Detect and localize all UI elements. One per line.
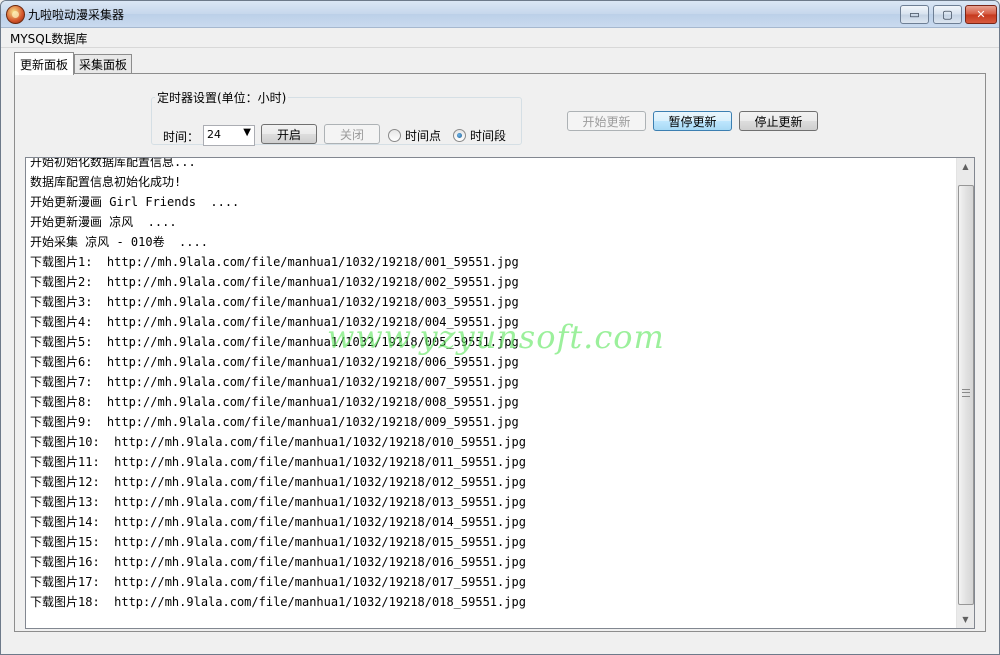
menu-bar: MYSQL数据库 <box>1 28 999 48</box>
timer-close-button[interactable]: 关闭 <box>324 124 380 144</box>
tab-update-panel[interactable]: 更新面板 <box>14 52 74 75</box>
time-label: 时间： <box>163 130 200 144</box>
tab-collect-panel[interactable]: 采集面板 <box>74 54 132 74</box>
timer-settings-group: 定时器设置(单位：小时) 时间： 24 ▼ 开启 关闭 时间点 时间段 <box>151 89 522 146</box>
log-line: 下载图片6: http://mh.9lala.com/file/manhua1/… <box>30 355 519 369</box>
timer-open-button[interactable]: 开启 <box>261 124 317 144</box>
log-line: 数据库配置信息初始化成功! <box>30 175 182 189</box>
scroll-up-icon[interactable]: ▲ <box>957 158 974 175</box>
log-line: 开始采集 凉风 - 010卷 .... <box>30 235 208 249</box>
log-line: 开始更新漫画 Girl Friends .... <box>30 195 240 209</box>
app-window: 九啦啦动漫采集器 ▭ ▢ ✕ MYSQL数据库 更新面板 采集面板 定时器设置(… <box>0 0 1000 655</box>
radio-time-point[interactable]: 时间点 <box>388 127 441 144</box>
grip-icon <box>962 389 970 397</box>
radio-checked-icon <box>453 129 466 142</box>
log-output[interactable]: 开始初始化数据库配置信息... 数据库配置信息初始化成功! 开始更新漫画 Girl … <box>25 157 975 629</box>
log-line: 下载图片13: http://mh.9lala.com/file/manhua1… <box>30 495 526 509</box>
log-line: 下载图片14: http://mh.9lala.com/file/manhua1… <box>30 515 526 529</box>
log-line: 下载图片5: http://mh.9lala.com/file/manhua1/… <box>30 335 519 349</box>
log-line: 下载图片3: http://mh.9lala.com/file/manhua1/… <box>30 295 519 309</box>
radio-time-range-label: 时间段 <box>470 129 507 143</box>
log-line: 下载图片15: http://mh.9lala.com/file/manhua1… <box>30 535 526 549</box>
time-select-value: 24 <box>207 128 221 141</box>
close-window-button[interactable]: ✕ <box>965 5 997 24</box>
log-scrollbar[interactable]: ▲ ▼ <box>956 158 974 628</box>
radio-time-range[interactable]: 时间段 <box>453 127 506 144</box>
log-line: 下载图片8: http://mh.9lala.com/file/manhua1/… <box>30 395 519 409</box>
pause-update-button[interactable]: 暂停更新 <box>653 111 732 131</box>
log-line: 下载图片18: http://mh.9lala.com/file/manhua1… <box>30 595 526 609</box>
maximize-button[interactable]: ▢ <box>933 5 962 24</box>
log-line: 下载图片1: http://mh.9lala.com/file/manhua1/… <box>30 255 519 269</box>
app-logo-icon <box>6 5 25 24</box>
log-lines: 开始初始化数据库配置信息... 数据库配置信息初始化成功! 开始更新漫画 Girl … <box>30 157 950 612</box>
log-line: 开始初始化数据库配置信息... <box>30 157 196 169</box>
scroll-down-icon[interactable]: ▼ <box>957 611 974 628</box>
log-line: 下载图片9: http://mh.9lala.com/file/manhua1/… <box>30 415 519 429</box>
time-select[interactable]: 24 ▼ <box>203 125 255 146</box>
log-line: 下载图片17: http://mh.9lala.com/file/manhua1… <box>30 575 526 589</box>
radio-time-point-label: 时间点 <box>405 129 442 143</box>
log-line: 下载图片10: http://mh.9lala.com/file/manhua1… <box>30 435 526 449</box>
log-line: 下载图片12: http://mh.9lala.com/file/manhua1… <box>30 475 526 489</box>
log-line: 开始更新漫画 凉风 .... <box>30 215 177 229</box>
menu-item-mysql[interactable]: MYSQL数据库 <box>8 29 89 48</box>
chevron-down-icon: ▼ <box>243 127 251 138</box>
scroll-thumb[interactable] <box>958 185 974 605</box>
update-panel: 定时器设置(单位：小时) 时间： 24 ▼ 开启 关闭 时间点 时间段 开始更新… <box>14 73 986 632</box>
log-line: 下载图片11: http://mh.9lala.com/file/manhua1… <box>30 455 526 469</box>
log-line: 下载图片16: http://mh.9lala.com/file/manhua1… <box>30 555 526 569</box>
window-title: 九啦啦动漫采集器 <box>28 8 125 22</box>
start-update-button[interactable]: 开始更新 <box>567 111 646 131</box>
radio-circle-icon <box>388 129 401 142</box>
stop-update-button[interactable]: 停止更新 <box>739 111 818 131</box>
title-bar[interactable]: 九啦啦动漫采集器 ▭ ▢ ✕ <box>1 1 999 28</box>
timer-settings-legend: 定时器设置(单位：小时) <box>157 91 287 105</box>
log-line: 下载图片7: http://mh.9lala.com/file/manhua1/… <box>30 375 519 389</box>
log-line: 下载图片4: http://mh.9lala.com/file/manhua1/… <box>30 315 519 329</box>
minimize-button[interactable]: ▭ <box>900 5 929 24</box>
log-line: 下载图片2: http://mh.9lala.com/file/manhua1/… <box>30 275 519 289</box>
